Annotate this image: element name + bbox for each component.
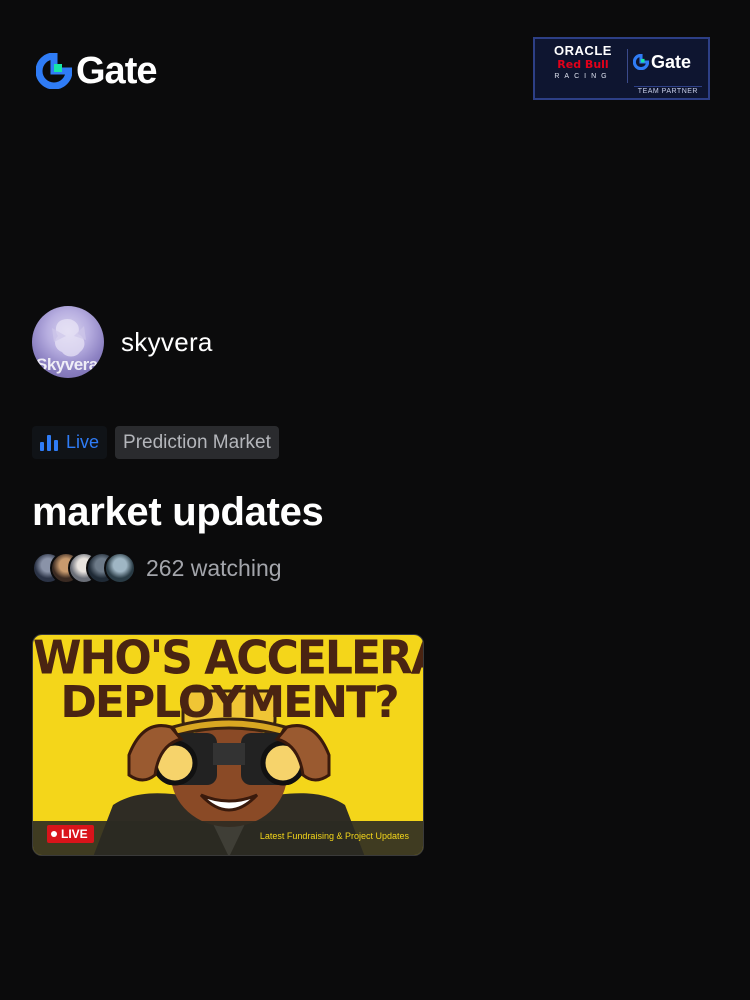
gate-logo[interactable]: Gate bbox=[36, 50, 157, 92]
thumbnail-headline-2: DEPLOYMENT? bbox=[60, 677, 399, 728]
watching-count: 262 watching bbox=[146, 554, 282, 581]
racing-text: RACING bbox=[554, 73, 612, 80]
thumbnail-headline-1: WHO'S ACCELERATING bbox=[33, 634, 423, 686]
partner-gate-text: Gate bbox=[651, 52, 692, 72]
live-bars-icon bbox=[40, 434, 58, 451]
viewer-avatars bbox=[32, 552, 136, 584]
avatar-watermark: Skyvera bbox=[36, 355, 98, 374]
viewer-avatar bbox=[104, 552, 136, 584]
gate-logo-text: Gate bbox=[76, 50, 157, 92]
live-dot-icon bbox=[51, 831, 57, 837]
thumbnail-caption: Latest Fundraising & Project Updates bbox=[259, 831, 409, 841]
oracle-text: ORACLE bbox=[554, 43, 612, 58]
gate-small-logo-icon bbox=[633, 54, 649, 70]
stream-title: market updates bbox=[32, 490, 324, 534]
live-badge-label: LIVE bbox=[61, 827, 88, 841]
partner-divider bbox=[627, 49, 628, 83]
live-tag: Live bbox=[32, 426, 108, 459]
team-partner-badge: ORACLE Red Bull RACING Gate TEAM PARTNER bbox=[533, 37, 710, 100]
live-tag-label: Live bbox=[66, 432, 100, 452]
host-info[interactable]: Skyvera skyvera bbox=[32, 306, 213, 378]
redbull-text: Red Bull bbox=[557, 58, 609, 71]
viewer-count: 262 watching bbox=[32, 552, 282, 584]
gate-logo-icon bbox=[36, 53, 72, 89]
stream-tags: Live Prediction Market bbox=[32, 426, 279, 459]
team-partner-label: TEAM PARTNER bbox=[633, 86, 702, 96]
host-name[interactable]: skyvera bbox=[121, 327, 213, 358]
live-badge: LIVE bbox=[47, 825, 94, 843]
stream-thumbnail[interactable]: WHO'S ACCELERATING DEPLOYMENT? LIVE Late… bbox=[32, 634, 424, 856]
host-avatar[interactable]: Skyvera bbox=[32, 306, 104, 378]
category-tag[interactable]: Prediction Market bbox=[115, 426, 279, 459]
